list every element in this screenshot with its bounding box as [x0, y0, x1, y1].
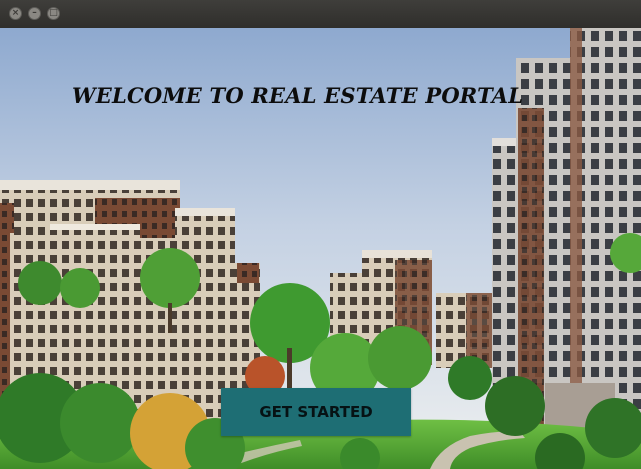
- welcome-headline: WELCOME TO REAL ESTATE PORTAL: [72, 83, 524, 108]
- app-window: × – □ WELCOME TO REAL ESTATE PORTAL GET …: [0, 0, 641, 469]
- maximize-window-icon[interactable]: □: [47, 7, 60, 20]
- hero-background-image: WELCOME TO REAL ESTATE PORTAL GET STARTE…: [0, 28, 641, 469]
- window-titlebar: × – □: [0, 0, 641, 29]
- close-window-icon[interactable]: ×: [9, 7, 22, 20]
- minimize-window-icon[interactable]: –: [28, 7, 41, 20]
- get-started-button[interactable]: GET STARTED: [221, 388, 411, 436]
